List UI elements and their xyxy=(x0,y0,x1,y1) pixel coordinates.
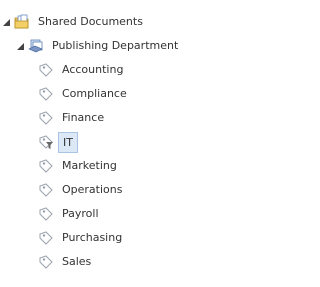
tree-item-finance[interactable]: Finance xyxy=(38,108,104,128)
tree-root-node[interactable]: Shared Documents xyxy=(2,12,143,32)
tree-item-label-selected: IT xyxy=(58,131,78,153)
tree-item-label: Sales xyxy=(62,255,92,268)
tag-icon xyxy=(38,254,54,270)
tag-icon xyxy=(38,230,54,246)
tree-item-label: Payroll xyxy=(62,207,99,220)
tree-item-label: Operations xyxy=(62,183,123,196)
tree-item-compliance[interactable]: Compliance xyxy=(38,84,127,104)
tree-item-label: Finance xyxy=(62,111,105,124)
tree-group-label: Publishing Department xyxy=(52,39,179,52)
tree-item-payroll[interactable]: Payroll xyxy=(38,204,99,224)
tree-item-accounting[interactable]: Accounting xyxy=(38,60,123,80)
tag-icon xyxy=(38,206,54,222)
tree-item-purchasing[interactable]: Purchasing xyxy=(38,228,122,248)
tag-icon xyxy=(38,62,54,78)
taxonomy-group-icon xyxy=(28,38,44,54)
tag-icon xyxy=(38,86,54,102)
tree-root-label: Shared Documents xyxy=(38,15,143,28)
tree-item-sales[interactable]: Sales xyxy=(38,252,91,272)
tag-filter-icon xyxy=(38,134,54,150)
tree-group-node[interactable]: Publishing Department xyxy=(16,36,178,56)
collapse-triangle-icon[interactable] xyxy=(2,18,10,26)
tree-item-label: Accounting xyxy=(62,63,124,76)
tag-icon xyxy=(38,182,54,198)
tag-icon xyxy=(38,158,54,174)
tree-item-it[interactable]: IT xyxy=(38,131,78,153)
tree-item-label: Purchasing xyxy=(62,231,123,244)
tree-item-operations[interactable]: Operations xyxy=(38,180,122,200)
tree-item-label: Marketing xyxy=(62,159,117,172)
tree-item-label: Compliance xyxy=(62,87,127,100)
tree-item-marketing[interactable]: Marketing xyxy=(38,156,117,176)
collapse-triangle-icon[interactable] xyxy=(16,42,24,50)
tag-icon xyxy=(38,110,54,126)
folder-documents-icon xyxy=(14,14,30,30)
